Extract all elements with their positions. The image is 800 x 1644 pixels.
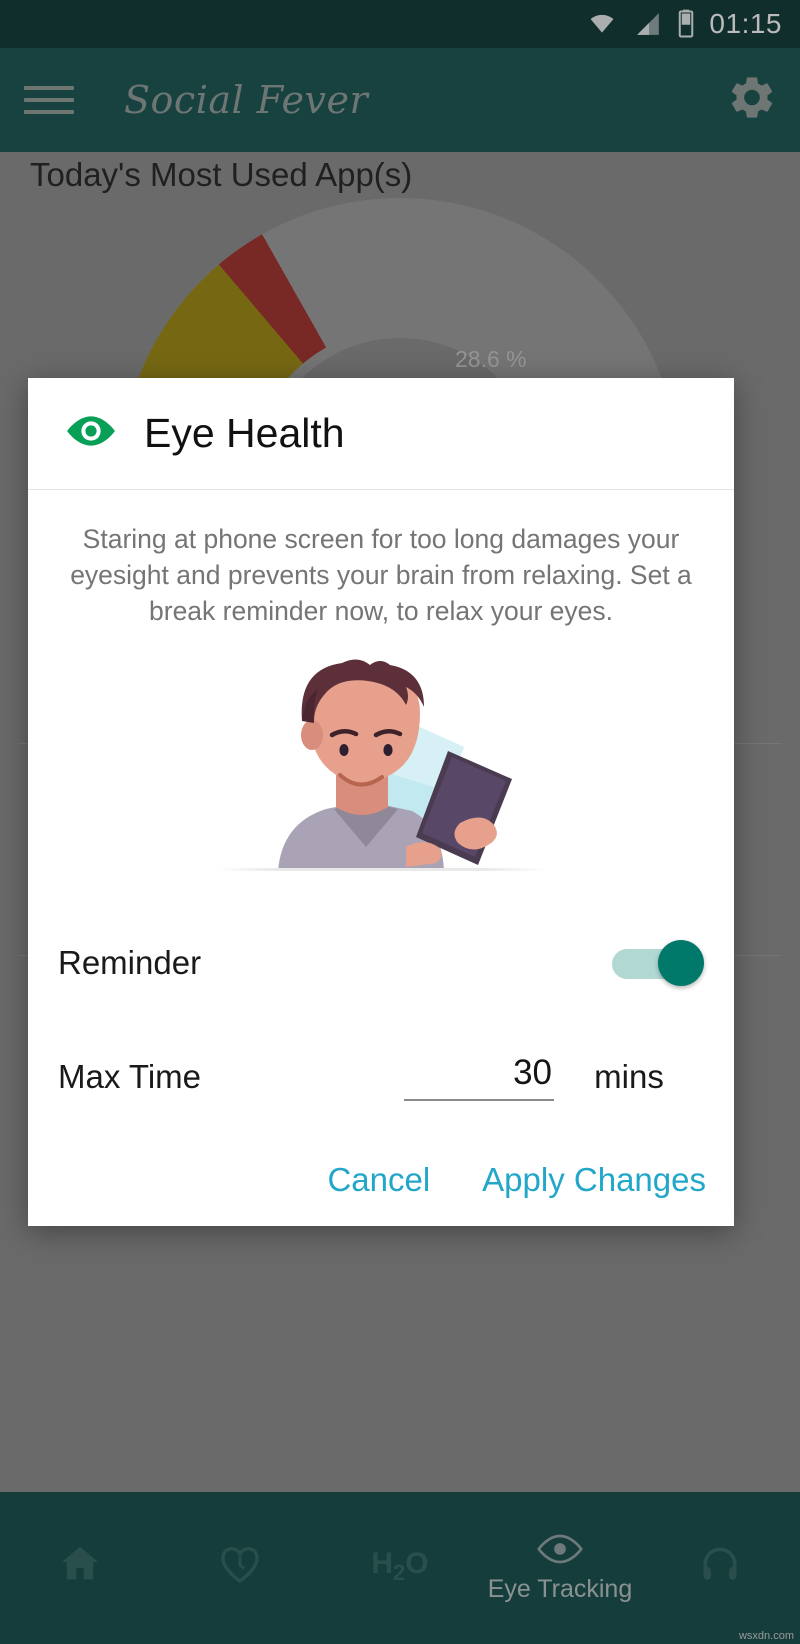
watermark: wsxdn.com [738, 1630, 794, 1642]
apply-changes-button[interactable]: Apply Changes [478, 1155, 710, 1205]
reminder-row: Reminder [28, 905, 734, 1021]
eye-health-dialog: Eye Health Staring at phone screen for t… [28, 378, 734, 1226]
reminder-toggle-switch[interactable] [612, 940, 704, 987]
max-time-label: Max Time [58, 1058, 202, 1096]
phone-screen: 01:15 Social Fever Today's Most Used App… [0, 0, 800, 1644]
reminder-label: Reminder [58, 944, 202, 982]
cancel-button[interactable]: Cancel [323, 1155, 434, 1205]
dialog-header: Eye Health [28, 378, 734, 490]
max-time-field[interactable] [404, 1053, 554, 1102]
dialog-title: Eye Health [144, 410, 345, 456]
dialog-actions: Cancel Apply Changes [28, 1133, 734, 1205]
boy-looking-at-tablet-illustration [216, 651, 546, 872]
toggle-thumb [658, 940, 704, 987]
max-time-input[interactable] [404, 1053, 552, 1094]
max-time-row: Max Time mins [28, 1021, 734, 1133]
illustration-floor-line [216, 868, 546, 872]
dialog-description: Staring at phone screen for too long dam… [70, 524, 692, 626]
eye-icon [64, 411, 118, 456]
max-time-unit-label: mins [594, 1058, 664, 1096]
